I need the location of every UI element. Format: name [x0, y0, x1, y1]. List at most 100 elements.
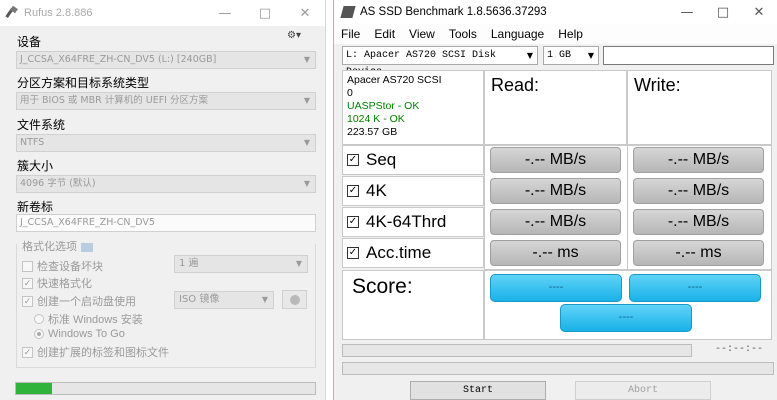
extended-label[interactable]: ✓ 创建扩展的标签和图标文件 [22, 344, 169, 360]
quick-format-label: 快速格式化 [37, 278, 92, 290]
driver-status: UASPStor - OK [347, 100, 420, 112]
benchmark-grid: Apacer AS720 SCSI 0 UASPStor - OK 1024 K… [342, 70, 772, 340]
rufus-window: Rufus 2.8.886 — □ ✕ 设备 ⚙▾ J_CCSA_X64FRE_… [0, 0, 326, 400]
menu-help[interactable]: Help [551, 27, 590, 41]
row-4k-64thrd-label: 4K-64Thrd [366, 212, 447, 231]
chevron-down-icon: ▼ [295, 259, 302, 268]
device-value: J_CCSA_X64FRE_ZH-CN_DV5 (L:) [240GB] [20, 54, 217, 65]
asssd-title: AS SSD Benchmark 1.8.5636.37293 [360, 6, 547, 18]
radio-selected[interactable] [34, 329, 44, 339]
row-seq[interactable]: ✓ Seq [342, 145, 484, 175]
size-value: 1 GB [547, 50, 572, 61]
row-4k[interactable]: ✓ 4K [342, 176, 484, 206]
drive-select[interactable]: L: Apacer AS720 SCSI Disk Device ▼ [342, 46, 538, 78]
rufus-title: Rufus 2.8.886 [24, 7, 93, 19]
extra-input[interactable] [603, 46, 774, 65]
minimize-button[interactable]: — [205, 6, 245, 21]
checkbox-checked[interactable]: ✓ [347, 185, 359, 197]
format-options-label: 格式化选项 [22, 241, 77, 253]
divider [627, 145, 628, 270]
chevron-down-icon: ▼ [303, 179, 310, 188]
filesystem-label: 文件系统 [17, 118, 66, 132]
checkbox-checked[interactable]: ✓ [22, 295, 33, 307]
select-iso-button[interactable] [282, 290, 307, 309]
checkbox[interactable] [22, 260, 33, 272]
create-bootable-label: 创建一个启动盘使用 [37, 296, 136, 308]
row-4k-64thrd[interactable]: ✓ 4K-64Thrd [342, 207, 484, 237]
maximize-button[interactable]: □ [245, 6, 285, 21]
filesystem-value: NTFS [20, 137, 45, 148]
close-button[interactable]: ✕ [285, 6, 325, 21]
radio[interactable] [34, 314, 44, 324]
seq-write-result: -.-- MB/s [633, 147, 764, 173]
asssd-titlebar: AS SSD Benchmark 1.8.5636.37293 — □ ✕ [334, 0, 777, 24]
filesystem-select[interactable]: NTFS ▼ [16, 134, 316, 152]
expand-toggle-icon[interactable] [81, 242, 93, 252]
maximize-button[interactable]: □ [705, 5, 741, 20]
bootable-type-select[interactable]: ISO 镜像 ▼ [174, 291, 274, 309]
volume-input[interactable]: J_CCSA_X64FRE_ZH-CN_DV5 [16, 214, 316, 232]
time-readout: --:--:-- [715, 344, 764, 355]
checkbox-checked[interactable]: ✓ [347, 216, 359, 228]
partition-select[interactable]: 用于 BIOS 或 MBR 计算机的 UEFI 分区方案 ▼ [16, 92, 316, 110]
alignment-status: 1024 K - OK [347, 113, 405, 125]
score-total: ---- [560, 304, 692, 332]
chevron-down-icon: ▼ [303, 55, 310, 64]
checkbox-checked[interactable]: ✓ [22, 277, 33, 289]
menu-tools[interactable]: Tools [442, 27, 484, 41]
row-acc-time-label: Acc.time [366, 243, 432, 262]
4k-64thrd-write-result: -.-- MB/s [633, 209, 764, 235]
check-bad-blocks-label: 检查设备坏块 [37, 261, 103, 273]
minimize-button[interactable]: — [669, 5, 705, 20]
cluster-value: 4096 字节 (默认) [20, 178, 96, 189]
menu-file[interactable]: File [334, 27, 367, 41]
standard-windows-radio[interactable]: 标准 Windows 安装 [34, 311, 143, 327]
menu-bar: File Edit View Tools Language Help [334, 24, 777, 44]
score-write: ---- [629, 274, 761, 302]
row-acc-time[interactable]: ✓ Acc.time [342, 238, 484, 268]
score-read: ---- [490, 274, 622, 302]
checkbox-checked[interactable]: ✓ [347, 247, 359, 259]
progress-fill [16, 383, 52, 394]
checkbox-checked[interactable]: ✓ [22, 346, 33, 358]
seq-read-result: -.-- MB/s [490, 147, 621, 173]
4k-read-result: -.-- MB/s [490, 178, 621, 204]
passes-select[interactable]: 1 遍 ▼ [174, 255, 308, 273]
volume-label: 新卷标 [17, 200, 54, 214]
row-4k-label: 4K [366, 181, 387, 200]
app-icon [340, 6, 356, 18]
settings-dropdown-button[interactable]: ⚙▾ [287, 30, 313, 46]
progress-bar-secondary [342, 362, 774, 375]
rufus-titlebar: Rufus 2.8.886 — □ ✕ [0, 0, 325, 26]
cluster-select[interactable]: 4096 字节 (默认) ▼ [16, 175, 316, 193]
disc-icon [289, 294, 300, 305]
menu-edit[interactable]: Edit [367, 27, 402, 41]
close-button[interactable]: ✕ [741, 5, 777, 20]
menu-view[interactable]: View [402, 27, 442, 41]
drive-firmware: 0 [347, 87, 353, 99]
drive-model: Apacer AS720 SCSI [347, 74, 442, 86]
checkbox-checked[interactable]: ✓ [347, 154, 359, 166]
device-select[interactable]: J_CCSA_X64FRE_ZH-CN_DV5 (L:) [240GB] ▼ [16, 51, 316, 69]
windows-to-go-radio[interactable]: Windows To Go [34, 328, 125, 340]
size-select[interactable]: 1 GB ▼ [543, 46, 599, 65]
drive-capacity: 223.57 GB [347, 126, 398, 138]
chevron-down-icon: ▼ [587, 51, 594, 60]
start-button[interactable]: Start [410, 381, 546, 400]
quick-format[interactable]: ✓ 快速格式化 [22, 275, 92, 291]
abort-button[interactable]: Abort [575, 381, 711, 400]
read-header: Read: [484, 70, 627, 145]
asssd-window: AS SSD Benchmark 1.8.5636.37293 — □ ✕ Fi… [333, 0, 777, 400]
acc-time-write-result: -.-- ms [633, 240, 764, 266]
usb-drive-icon [6, 7, 18, 19]
create-bootable[interactable]: ✓ 创建一个启动盘使用 [22, 293, 136, 309]
format-options-title: 格式化选项 [22, 238, 97, 254]
score-label: Score: [342, 270, 484, 340]
chevron-down-icon: ▼ [526, 51, 533, 60]
rufus-progress-bar [15, 382, 316, 395]
drive-info: Apacer AS720 SCSI 0 UASPStor - OK 1024 K… [342, 70, 484, 145]
acc-time-read-result: -.-- ms [490, 240, 621, 266]
check-bad-blocks[interactable]: 检查设备坏块 [22, 258, 103, 274]
partition-label: 分区方案和目标系统类型 [17, 76, 150, 90]
menu-language[interactable]: Language [484, 27, 551, 41]
